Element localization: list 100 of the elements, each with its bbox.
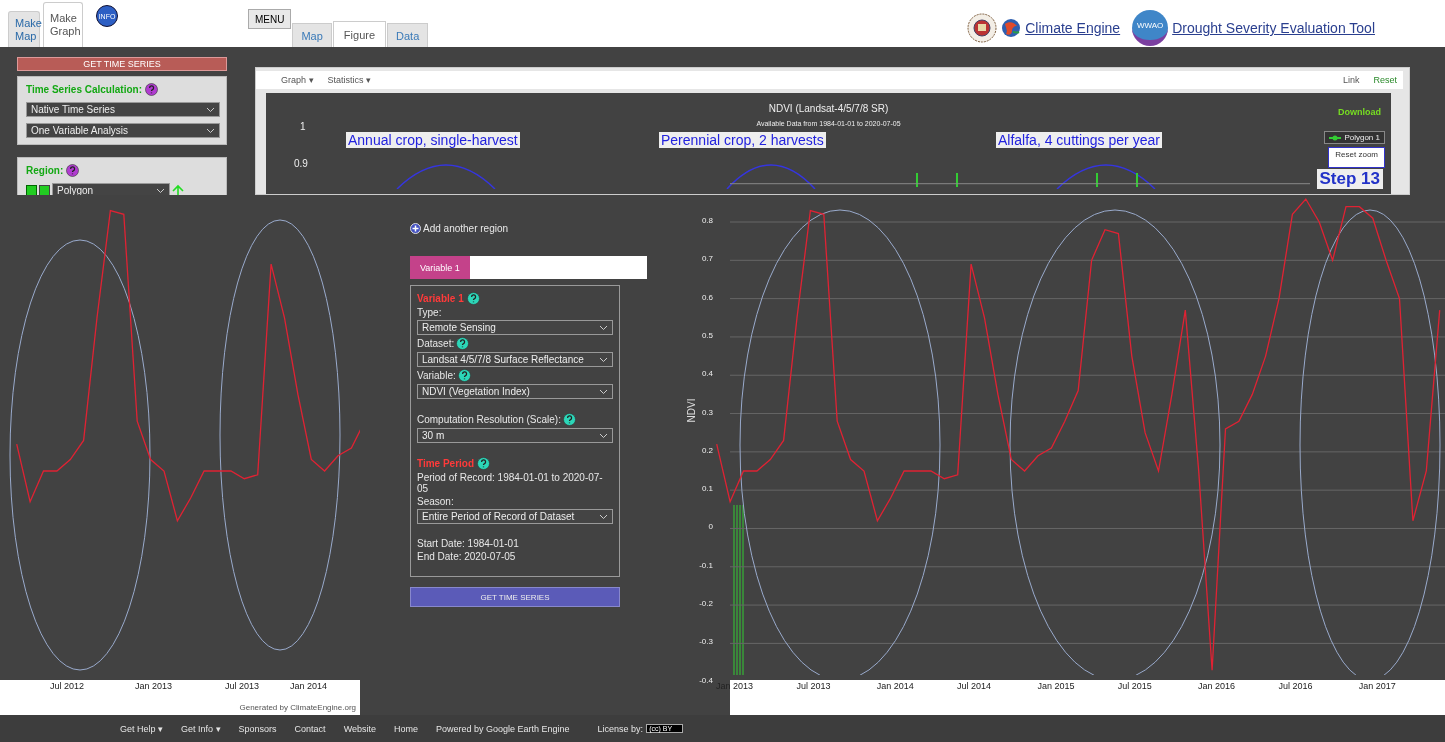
step-label: Step 13	[1316, 169, 1383, 189]
axis-tick-label: 1	[300, 121, 306, 132]
get-time-series-button[interactable]: GET TIME SERIES	[410, 587, 620, 607]
axis-tick-label: -0.2	[698, 599, 713, 609]
chart-annotation: Alfalfa, 4 cuttings per year	[996, 132, 1162, 148]
tab[interactable]: Make Graph	[43, 2, 83, 47]
axis-tick-label: 0	[707, 522, 713, 532]
help-icon[interactable]	[477, 457, 491, 470]
help-icon[interactable]	[466, 292, 480, 305]
axis-tick-label: 0.8	[700, 216, 713, 225]
axis-tick-label: 0.6	[700, 292, 713, 302]
axis-tick-label: 0.4	[700, 369, 713, 379]
menu-button[interactable]: MENU	[248, 9, 292, 29]
footer-link[interactable]: Home	[394, 723, 418, 734]
tick-marks-drawing	[916, 173, 958, 187]
menu-link[interactable]: Graph ▾	[281, 75, 314, 85]
field-label: Season:	[417, 496, 455, 507]
axis-tick-label: -0.3	[698, 637, 713, 647]
add-region-link[interactable]: Add another region	[423, 223, 509, 234]
axis-tick-label: Jul 2013	[796, 681, 831, 691]
field-label: Time Series Calculation:	[26, 84, 142, 95]
legend-item[interactable]: Polygon 1	[1324, 131, 1385, 144]
caret-icon	[206, 106, 215, 113]
dropdown[interactable]: NDVI (Vegetation Index)	[417, 384, 613, 399]
axis-tick-label: Jan 2013	[135, 681, 173, 691]
powered-by-text: Powered by Google Earth Engine	[436, 723, 570, 734]
chart-title: NDVI (Landsat-4/5/7/8 SR)	[767, 103, 890, 114]
caret-icon	[599, 356, 608, 363]
help-icon[interactable]	[66, 164, 80, 177]
menu-link[interactable]: Statistics ▾	[327, 75, 372, 85]
caret-icon	[599, 513, 608, 520]
axis-tick-label: 0.7	[700, 254, 713, 264]
axis-tick-label: Jul 2016	[1278, 681, 1313, 691]
tab[interactable]: Variable 1	[410, 256, 470, 279]
field-label: Type:	[417, 307, 443, 318]
date-text: End Date: 2020-07-05	[417, 551, 517, 562]
tab[interactable]: Data	[387, 23, 429, 47]
tab[interactable]: Figure	[332, 21, 387, 47]
axis-tick-label: Jan 2017	[1358, 681, 1396, 691]
tick-marks-drawing	[1096, 173, 1138, 187]
axis-tick-label: Jan 2015	[1037, 681, 1075, 691]
download-link[interactable]: Download	[1338, 107, 1381, 117]
legend-line-icon	[1329, 134, 1342, 141]
axis-tick-label: 0.1	[700, 484, 713, 494]
seal-icon	[967, 13, 998, 43]
license-label: License by:	[597, 723, 644, 734]
tab[interactable]: Make Map	[8, 11, 40, 47]
section-heading: Time Period	[417, 458, 475, 469]
help-icon[interactable]	[457, 369, 471, 382]
dropdown[interactable]: Entire Period of Record of Dataset	[417, 509, 613, 524]
footer-link[interactable]: Get Help ▾	[120, 723, 164, 734]
dropdown[interactable]: One Variable Analysis	[26, 123, 220, 138]
caret-icon	[206, 127, 215, 134]
globe-icon	[1001, 18, 1022, 38]
reset-zoom-button[interactable]: Reset zoom	[1328, 147, 1385, 168]
footer-link[interactable]: Website	[343, 723, 376, 734]
logo-badge[interactable]: WWAO	[1132, 10, 1169, 46]
chart-annotation: Perennial crop, 2 harvests	[659, 132, 826, 148]
caret-icon	[599, 388, 608, 395]
add-icon[interactable]	[410, 223, 421, 234]
dropdown[interactable]: Native Time Series	[26, 102, 220, 117]
color-swatch	[26, 185, 37, 195]
axis-tick-label: Jul 2012	[50, 681, 85, 691]
footer-link[interactable]: Get Info ▾	[181, 723, 221, 734]
section-heading: Variable 1	[417, 293, 464, 304]
axis-tick-label: Jul 2014	[957, 681, 992, 691]
field-label: Dataset:	[417, 338, 455, 349]
axis-tick-label: -0.1	[698, 560, 713, 570]
tab[interactable]: Map	[292, 23, 332, 47]
get-time-series-button[interactable]: GET TIME SERIES	[17, 57, 227, 71]
chart-annotation: Annual crop, single-harvest	[346, 132, 520, 148]
caret-icon	[599, 324, 608, 331]
axis-tick-label: 0.9	[294, 158, 308, 169]
checkbox[interactable]	[39, 185, 50, 195]
axis-tick-label: Jan 2016	[1198, 681, 1236, 691]
caret-icon	[599, 432, 608, 439]
axis-title: NDVI	[686, 398, 698, 423]
axis-tick-label: Jul 2015	[1117, 681, 1152, 691]
help-icon[interactable]	[456, 337, 470, 350]
link[interactable]: Link	[1342, 75, 1360, 85]
help-icon[interactable]	[562, 413, 576, 426]
axis-tick-label: Jul 2013	[225, 681, 260, 691]
help-icon[interactable]	[144, 83, 158, 96]
axis-tick-label: Jan 2014	[876, 681, 914, 691]
footer-link[interactable]: Sponsors	[238, 723, 277, 734]
footer-link[interactable]: Contact	[294, 723, 326, 734]
dropdown[interactable]: Remote Sensing	[417, 320, 613, 335]
tool-title-link[interactable]: Drought Severity Evaluation Tool	[1172, 20, 1375, 36]
field-label: Region:	[26, 165, 64, 176]
dropdown[interactable]: Landsat 4/5/7/8 Surface Reflectance	[417, 352, 613, 367]
caret-icon	[156, 187, 165, 194]
site-title-link[interactable]: Climate Engine	[1025, 20, 1121, 36]
link[interactable]: Reset	[1373, 75, 1397, 85]
axis-tick-label: 0.2	[700, 445, 713, 455]
dropdown[interactable]: 30 m	[417, 428, 613, 443]
field-label: Variable:	[417, 370, 456, 381]
field-label: Computation Resolution (Scale):	[417, 414, 561, 425]
period-text: Period of Record: 1984-01-01 to 2020-07-05	[417, 472, 604, 494]
credit-text: Generated by ClimateEngine.org	[239, 703, 356, 712]
date-text: Start Date: 1984-01-01	[417, 538, 520, 549]
